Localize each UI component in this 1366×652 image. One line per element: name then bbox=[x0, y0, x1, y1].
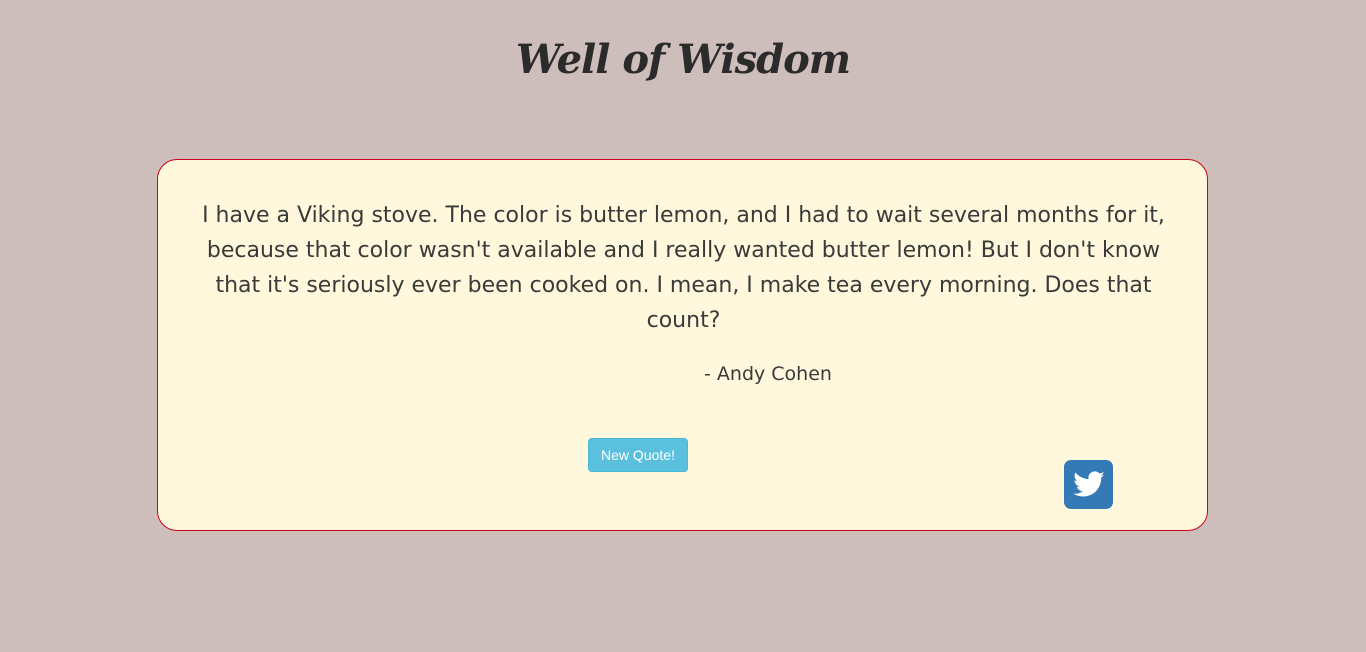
page-title: Well of Wisdom bbox=[515, 36, 851, 83]
quote-card: I have a Viking stove. The color is butt… bbox=[157, 159, 1208, 531]
tweet-button[interactable] bbox=[1064, 460, 1113, 509]
quote-author: - Andy Cohen bbox=[704, 363, 832, 385]
new-quote-button[interactable]: New Quote! bbox=[588, 438, 688, 472]
quote-text: I have a Viking stove. The color is butt… bbox=[202, 203, 1165, 333]
twitter-icon bbox=[1072, 470, 1105, 496]
page: Well of Wisdom I have a Viking stove. Th… bbox=[0, 0, 1366, 652]
